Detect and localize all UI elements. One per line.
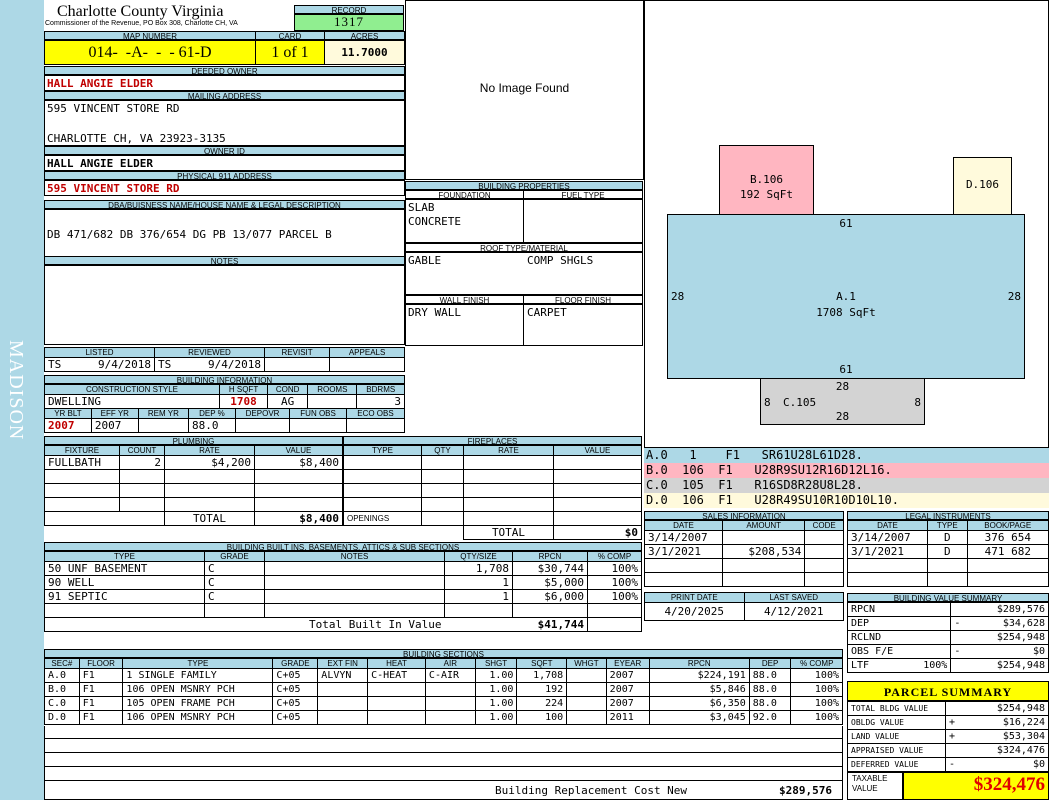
parcel-summary-title: PARCEL SUMMARY bbox=[847, 681, 1049, 701]
legal-instruments-label: LEGAL INSTRUMENTS bbox=[847, 511, 1049, 520]
table-row: A.0 F1 1 SINGLE FAMILY C+05 ALVYN C-HEAT C-AIR… bbox=[44, 668, 843, 683]
table-row: OBS F/E - $0 bbox=[846, 644, 1049, 659]
taxable-label: TAXABLE VALUE bbox=[852, 774, 888, 793]
floor-finish-label: FLOOR FINISH bbox=[523, 295, 643, 304]
foundation-value-2: CONCRETE bbox=[408, 215, 461, 228]
table-row: RPCN $289,576 bbox=[846, 602, 1049, 617]
legal-description-label: DBA/BUISNESS NAME/HOUSE NAME & LEGAL DES… bbox=[44, 200, 405, 209]
table-row: 3/1/2021 $208,534 bbox=[644, 544, 844, 559]
wall-finish-label: WALL FINISH bbox=[405, 295, 524, 304]
print-table: PRINT DATE LAST SAVED 4/20/2025 4/12/2021 bbox=[644, 592, 844, 621]
plumbing-label: PLUMBING bbox=[44, 436, 343, 445]
mailing-address-label: MAILING ADDRESS bbox=[44, 91, 405, 100]
acres-label: ACRES bbox=[324, 31, 405, 40]
record-number: 1317 bbox=[334, 14, 364, 29]
roof-label: ROOF TYPE/MATERIAL bbox=[405, 243, 643, 252]
physical-address-value: 595 VINCENT STORE RD bbox=[47, 182, 180, 195]
sales-label: SALES INFORMATION bbox=[644, 511, 844, 520]
district-label: MADISON bbox=[5, 340, 27, 441]
foundation-value-1: SLAB bbox=[408, 201, 435, 214]
building-info-table: CONSTRUCTION STYLE H SQFT COND ROOMS BDRMS D… bbox=[44, 384, 405, 409]
county-subtitle: Commissioner of the Revenue, PO Box 308,… bbox=[45, 20, 238, 27]
table-row: OBLDG VALUE + $16,224 bbox=[847, 715, 1049, 730]
roof-material: COMP SHGLS bbox=[527, 254, 594, 267]
sketch-section-d: D.106 bbox=[953, 157, 1012, 215]
table-row: D.0 F1 106 OPEN MSNRY PCH C+05 1.00 100 2011 $3… bbox=[44, 710, 843, 725]
sketch-section-b: B.106 192 SqFt bbox=[719, 145, 814, 215]
listing-table: LISTED REVIEWED REVISIT APPEALS TS 9/4/2018 T… bbox=[44, 347, 405, 372]
building-properties-label: BUILDING PROPERTIES bbox=[405, 181, 643, 190]
sales-table: DATE AMOUNT CODE 3/14/2007 3/1/2021 $208,53… bbox=[644, 520, 844, 587]
sketch-section-c: 28 28 8 8 C.105 bbox=[760, 378, 925, 425]
replacement-cost-label: Building Replacement Cost New bbox=[495, 784, 688, 797]
table-row: 90 WELL C 1 $5,000 100% bbox=[44, 575, 642, 590]
card-value: 1 of 1 bbox=[271, 44, 309, 61]
wall-finish-value: DRY WALL bbox=[408, 306, 461, 319]
table-row: TOTAL BLDG VALUE $254,948 bbox=[847, 701, 1049, 716]
built-ins-table: TYPE GRADE NOTES QTY/SIZE RPCN% COMP 50 UNF … bbox=[44, 551, 642, 632]
plumbing-table: FIXTURE COUNT RATE VALUE FULLBATH 2 $4,200 $8,… bbox=[44, 445, 343, 526]
table-row: LTF 100% $254,948 bbox=[846, 658, 1049, 673]
notes-box bbox=[44, 265, 405, 345]
notes-label: NOTES bbox=[44, 256, 405, 265]
sections-table: SEC# FLOOR TYPE GRADE EXT FIN HEAT AIR SHGT SQFT… bbox=[44, 658, 843, 725]
table-row: DEP - $34,628 bbox=[846, 616, 1049, 631]
foundation-label: FOUNDATION bbox=[405, 190, 524, 199]
table-row: C.0 F1 105 OPEN FRAME PCH C+05 1.00 224 2007 $6… bbox=[44, 696, 843, 711]
building-info-label: BUILDING INFORMATION bbox=[44, 375, 405, 384]
value-summary-label: BUILDING VALUE SUMMARY bbox=[847, 593, 1049, 602]
physical-address-label: PHYSICAL 911 ADDRESS bbox=[44, 171, 405, 180]
table-row: RCLND $254,948 bbox=[846, 630, 1049, 645]
deeded-owner-label: DEEDED OWNER bbox=[44, 66, 405, 75]
legal-instruments-table: DATE TYPE BOOK/PAGE 3/14/2007 D 376 654 3/1/… bbox=[847, 520, 1050, 587]
floor-finish-value: CARPET bbox=[527, 306, 567, 319]
fuel-label: FUEL TYPE bbox=[523, 190, 643, 199]
deeded-owner-value: HALL ANGIE ELDER bbox=[47, 77, 153, 90]
legal-description-value: DB 471/682 DB 376/654 DG PB 13/077 PARCE… bbox=[47, 228, 332, 241]
table-row: DEFERRED VALUE - $0 bbox=[847, 757, 1049, 772]
roof-type: GABLE bbox=[408, 254, 442, 267]
table-row: LAND VALUE + $53,304 bbox=[847, 729, 1049, 744]
built-ins-label: BUILDING BUILT INS, BASEMENTS, ATTICS & … bbox=[44, 542, 642, 551]
value-summary-table: RPCN $289,576 DEP - $34,628 RCLND $254,948 O… bbox=[846, 602, 1049, 673]
sketch-codes: A.0 1 F1 SR61U28L61D28. B.0 106 F1 U28R9… bbox=[644, 448, 1049, 508]
building-years-table: YR BLT EFF YR REM YR DEP % DEPOVR FUN OBS ECO … bbox=[44, 408, 406, 433]
sidebar-strip: MADISON bbox=[0, 0, 44, 800]
mailing-line-1: 595 VINCENT STORE RD bbox=[47, 102, 180, 115]
acres-value: 11.7000 bbox=[341, 46, 388, 59]
owner-id-label: OWNER ID bbox=[44, 146, 405, 155]
table-row: 3/14/2007 bbox=[644, 530, 844, 545]
sketch-section-a: 61 61 28 28 A.1 1708 SqFt bbox=[667, 214, 1025, 379]
table-row: APPRAISED VALUE $324,476 bbox=[847, 743, 1049, 758]
no-image-text: No Image Found bbox=[479, 81, 570, 95]
mailing-line-2: CHARLOTTE CH, VA 23923-3135 bbox=[47, 132, 226, 145]
table-row: 3/1/2021 D 471 682 bbox=[847, 544, 1050, 559]
record-label: RECORD bbox=[294, 5, 404, 14]
fireplaces-label: FIREPLACES bbox=[343, 436, 642, 445]
fireplaces-table: TYPE QTY RATE VALUE OPENINGS TOTAL $0 bbox=[343, 445, 642, 540]
table-row: 3/14/2007 D 376 654 bbox=[847, 530, 1050, 545]
card-label: CARD bbox=[255, 31, 325, 40]
table-row: 91 SEPTIC C 1 $6,000 100% bbox=[44, 589, 642, 604]
parcel-summary-table: TOTAL BLDG VALUE $254,948 OBLDG VALUE + $16… bbox=[847, 701, 1049, 772]
table-row: B.0 F1 106 OPEN MSNRY PCH C+05 1.00 192 2007 $5… bbox=[44, 682, 843, 697]
map-number-label: MAP NUMBER bbox=[44, 31, 256, 40]
owner-id-value: HALL ANGIE ELDER bbox=[47, 157, 153, 170]
county-title: Charlotte County Virginia bbox=[57, 3, 224, 20]
map-number-value: 014- -A- - - 61-D bbox=[88, 44, 212, 61]
replacement-cost-value: $289,576 bbox=[779, 784, 832, 797]
table-row: FULLBATH 2 $4,200 $8,400 bbox=[44, 455, 343, 470]
table-row: 50 UNF BASEMENT C 1,708 $30,744 100% bbox=[44, 561, 642, 576]
sections-label: BUILDING SECTIONS bbox=[44, 649, 843, 658]
taxable-value: $324,476 bbox=[973, 774, 1045, 795]
